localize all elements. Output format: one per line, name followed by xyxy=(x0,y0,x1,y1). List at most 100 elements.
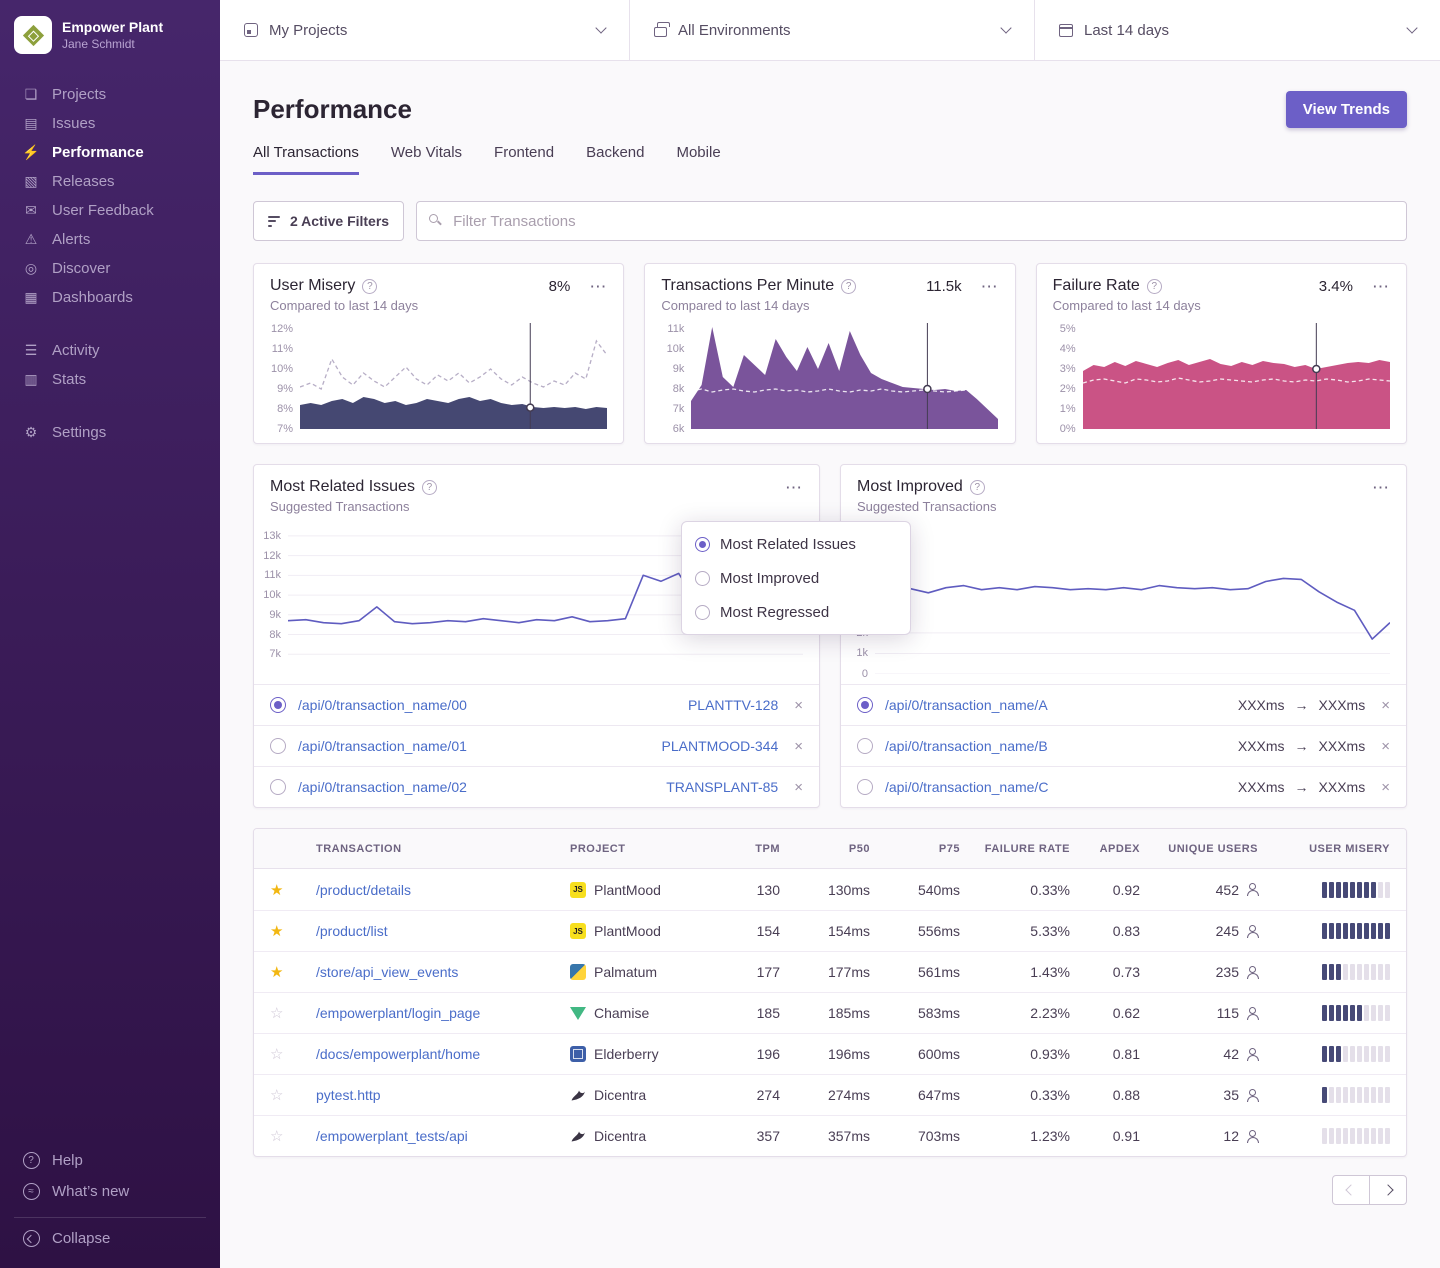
user-icon xyxy=(1245,966,1258,979)
user-icon xyxy=(1245,1130,1258,1143)
table-row: ☆pytest.httpDicentra274274ms647ms0.33%0.… xyxy=(254,1074,1406,1115)
radio-button[interactable] xyxy=(695,571,710,586)
transaction-link[interactable]: /api/0/transaction_name/A xyxy=(885,697,1048,713)
y-tick-label: 11k xyxy=(667,323,684,335)
transaction-link[interactable]: /api/0/transaction_name/C xyxy=(885,779,1048,795)
date-range-selector[interactable]: Last 14 days xyxy=(1035,0,1440,60)
overflow-menu-icon[interactable]: ⋯ xyxy=(1372,278,1390,295)
chart-failure-rate xyxy=(1083,323,1390,429)
star-icon[interactable]: ☆ xyxy=(270,1045,310,1063)
radio-button[interactable] xyxy=(857,738,873,754)
transaction-link[interactable]: /store/api_view_events xyxy=(316,964,564,980)
filter-bar: 2 Active Filters xyxy=(253,201,1407,241)
sidebar-spacer xyxy=(14,471,206,1145)
cell-failure-rate: 1.23% xyxy=(1030,1128,1070,1144)
sidebar-item-settings[interactable]: ⚙Settings xyxy=(14,418,206,447)
transaction-link[interactable]: /empowerplant/login_page xyxy=(316,1005,564,1021)
sidebar-item-stats[interactable]: ▥Stats xyxy=(14,365,206,394)
star-icon[interactable]: ☆ xyxy=(270,1127,310,1145)
tab-web-vitals[interactable]: Web Vitals xyxy=(391,144,462,175)
dropdown-item-most-improved[interactable]: Most Improved xyxy=(682,561,910,595)
next-page-button[interactable] xyxy=(1369,1175,1407,1205)
transaction-link[interactable]: /product/list xyxy=(316,923,564,939)
arrow-right-icon: → xyxy=(1295,779,1309,795)
close-icon[interactable]: × xyxy=(794,697,803,714)
overflow-menu-icon[interactable]: ⋯ xyxy=(981,278,999,295)
star-icon[interactable]: ★ xyxy=(270,922,310,940)
search-icon xyxy=(429,214,438,223)
environments-icon xyxy=(654,27,667,37)
close-icon[interactable]: × xyxy=(794,738,803,755)
close-icon[interactable]: × xyxy=(1381,779,1390,796)
tab-all-transactions[interactable]: All Transactions xyxy=(253,144,359,175)
project-name: Chamise xyxy=(594,1005,649,1021)
cell-p50: 130ms xyxy=(828,882,870,898)
transaction-link[interactable]: /api/0/transaction_name/B xyxy=(885,738,1048,754)
dropdown-item-most-regressed[interactable]: Most Regressed xyxy=(682,595,910,629)
close-icon[interactable]: × xyxy=(1381,697,1390,714)
tab-mobile[interactable]: Mobile xyxy=(676,144,720,175)
sidebar-item-user-feedback[interactable]: ✉User Feedback xyxy=(14,196,206,225)
sidebar-item-dashboards[interactable]: ▦Dashboards xyxy=(14,283,206,312)
help-icon[interactable] xyxy=(422,480,437,495)
transaction-link[interactable]: /api/0/transaction_name/00 xyxy=(298,697,467,713)
sidebar-item-activity[interactable]: ☰Activity xyxy=(14,336,206,365)
project-selector[interactable]: My Projects xyxy=(220,0,630,60)
help-icon[interactable] xyxy=(841,279,856,294)
environment-selector[interactable]: All Environments xyxy=(630,0,1035,60)
issue-link[interactable]: PLANTMOOD-344 xyxy=(662,738,779,754)
overflow-menu-icon[interactable]: ⋯ xyxy=(1372,479,1390,496)
help-icon[interactable] xyxy=(1147,279,1162,294)
transaction-link[interactable]: pytest.http xyxy=(316,1087,564,1103)
previous-page-button[interactable] xyxy=(1332,1175,1370,1205)
issue-link[interactable]: TRANSPLANT-85 xyxy=(666,779,778,795)
transaction-link[interactable]: /product/details xyxy=(316,882,564,898)
star-icon[interactable]: ☆ xyxy=(270,1004,310,1022)
transaction-link[interactable]: /api/0/transaction_name/02 xyxy=(298,779,467,795)
org-switcher[interactable]: Empower Plant Jane Schmidt xyxy=(14,16,206,54)
close-icon[interactable]: × xyxy=(1381,738,1390,755)
filter-icon xyxy=(268,216,280,227)
sidebar-item-help[interactable]: ?Help xyxy=(14,1145,206,1176)
radio-button[interactable] xyxy=(857,779,873,795)
sidebar-item-discover[interactable]: ◎Discover xyxy=(14,254,206,283)
project-name: Palmatum xyxy=(594,964,657,980)
tab-frontend[interactable]: Frontend xyxy=(494,144,554,175)
sidebar-item-issues[interactable]: ▤Issues xyxy=(14,109,206,138)
view-trends-button[interactable]: View Trends xyxy=(1286,91,1407,128)
user-icon xyxy=(1245,1089,1258,1102)
help-icon[interactable] xyxy=(362,279,377,294)
tab-backend[interactable]: Backend xyxy=(586,144,644,175)
close-icon[interactable]: × xyxy=(794,779,803,796)
overflow-menu-icon[interactable]: ⋯ xyxy=(785,479,803,496)
dropdown-item-most-related-issues[interactable]: Most Related Issues xyxy=(682,527,910,561)
radio-button[interactable] xyxy=(270,697,286,713)
help-icon[interactable] xyxy=(970,480,985,495)
sidebar-item-alerts[interactable]: ⚠Alerts xyxy=(14,225,206,254)
sidebar-item-releases[interactable]: ▧Releases xyxy=(14,167,206,196)
issue-link[interactable]: PLANTTV-128 xyxy=(688,697,778,713)
empower-plant-logo-icon xyxy=(22,24,43,45)
radio-button[interactable] xyxy=(695,537,710,552)
active-filters-button[interactable]: 2 Active Filters xyxy=(253,201,404,241)
y-tick-label: 0 xyxy=(862,668,868,680)
sidebar-item-what-s-new[interactable]: ≈What’s new xyxy=(14,1176,206,1207)
star-icon[interactable]: ★ xyxy=(270,963,310,981)
radio-button[interactable] xyxy=(270,738,286,754)
transaction-link[interactable]: /docs/empowerplant/home xyxy=(316,1046,564,1062)
star-icon[interactable]: ★ xyxy=(270,881,310,899)
radio-button[interactable] xyxy=(695,605,710,620)
search-input[interactable] xyxy=(416,201,1407,241)
card-title: Failure Rate xyxy=(1053,277,1140,295)
radio-button[interactable] xyxy=(270,779,286,795)
sidebar-item-collapse[interactable]: Collapse xyxy=(14,1217,206,1254)
star-icon[interactable]: ☆ xyxy=(270,1086,310,1104)
transaction-link[interactable]: /api/0/transaction_name/01 xyxy=(298,738,467,754)
overflow-menu-icon[interactable]: ⋯ xyxy=(589,278,607,295)
table-row: ☆/empowerplant_tests/apiDicentra357357ms… xyxy=(254,1115,1406,1156)
cell-failure-rate: 1.43% xyxy=(1030,964,1070,980)
sidebar-item-projects[interactable]: ❏Projects xyxy=(14,80,206,109)
transaction-link[interactable]: /empowerplant_tests/api xyxy=(316,1128,564,1144)
sidebar-item-performance[interactable]: ⚡Performance xyxy=(14,138,206,167)
radio-button[interactable] xyxy=(857,697,873,713)
